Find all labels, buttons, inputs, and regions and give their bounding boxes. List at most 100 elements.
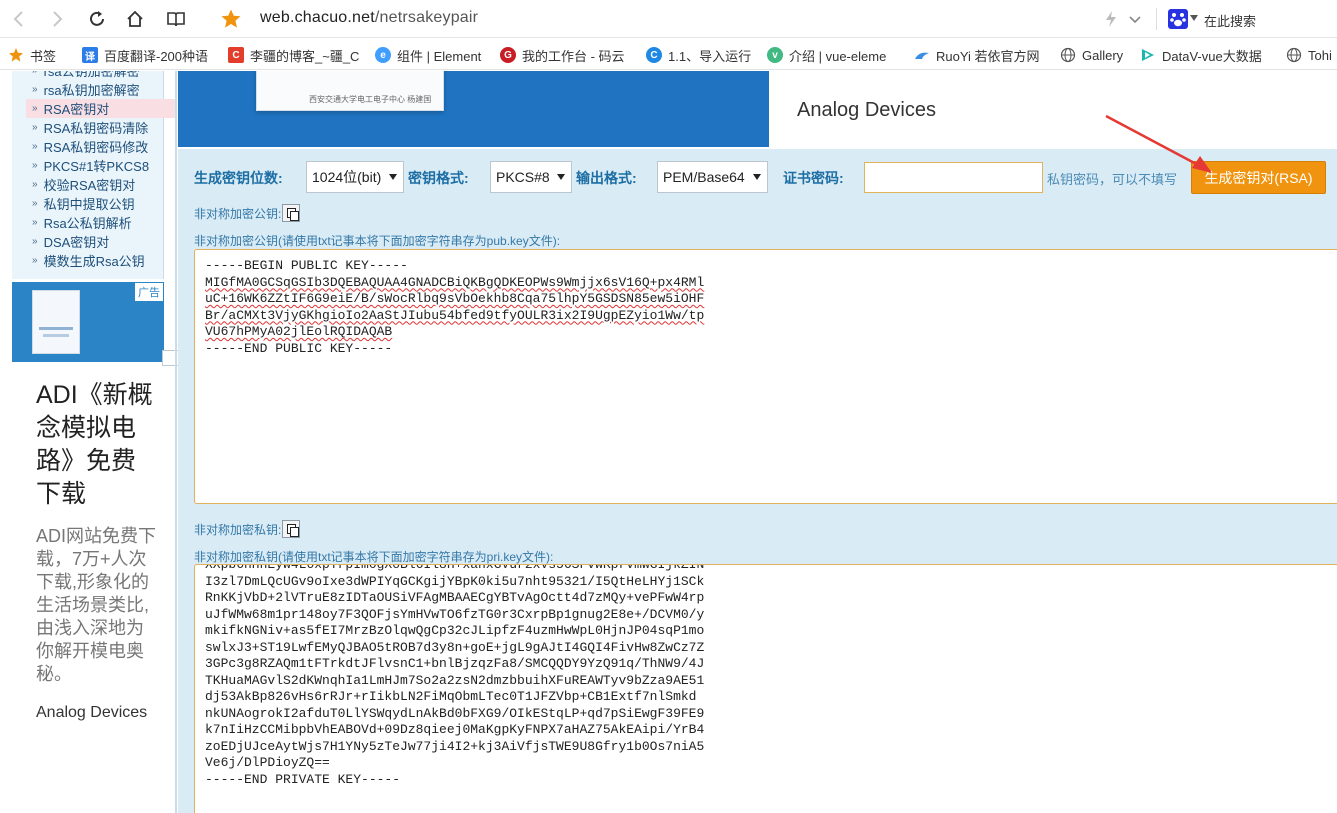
bullet-icon: » bbox=[32, 198, 38, 209]
bookmark-label: 百度翻译-200种语 bbox=[104, 48, 209, 64]
c-icon: C bbox=[646, 47, 662, 63]
chevron-down-icon[interactable] bbox=[1128, 12, 1142, 26]
sidebar-item[interactable]: » rsa私钥加密解密 bbox=[32, 80, 140, 99]
key-line: -----END PRIVATE KEY----- bbox=[205, 771, 401, 787]
key-line: Br/aCMXt3VjyGKhgioIo2AaStJIubu54bfed9tfy… bbox=[205, 307, 705, 323]
search-box[interactable]: 在此搜索 bbox=[1204, 11, 1256, 30]
bookmark-label: RuoYi 若依官方网 bbox=[936, 48, 1040, 64]
bookmark-star-icon[interactable] bbox=[220, 8, 242, 30]
bullet-icon: » bbox=[32, 141, 38, 152]
bookmark-item[interactable]: RuoYi 若依官方网 bbox=[914, 46, 1040, 64]
chevron-down-icon bbox=[557, 174, 565, 180]
bookmark-item[interactable]: v 介绍 | vue-eleme bbox=[767, 46, 886, 64]
back-icon[interactable] bbox=[6, 6, 32, 32]
sidebar-item-label: 私钥中提取公钥 bbox=[43, 197, 135, 212]
sidebar-item[interactable]: » RSA私钥密码修改 bbox=[32, 137, 148, 156]
bookmark-item[interactable]: C 李疆的博客_~疆_C bbox=[228, 46, 359, 64]
sidebar-item[interactable]: » 私钥中提取公钥 bbox=[32, 194, 135, 213]
home-icon[interactable] bbox=[122, 6, 148, 32]
output-label: 输出格式: bbox=[576, 170, 637, 186]
copy-icon[interactable] bbox=[282, 520, 301, 538]
element-icon: e bbox=[375, 47, 391, 63]
sidebar-item-label: RSA私钥密码清除 bbox=[43, 121, 149, 136]
generate-keypair-button[interactable]: 生成密钥对(RSA) bbox=[1191, 161, 1326, 194]
book-image: 西安交通大学电工电子中心 杨建国 bbox=[256, 71, 444, 111]
ad-tag: 广告 bbox=[134, 282, 164, 302]
bookmark-item[interactable]: 书签 bbox=[8, 46, 56, 64]
format-select[interactable]: PKCS#8 bbox=[490, 161, 572, 193]
key-line: Ve6j/DlPDioyZQ== bbox=[205, 755, 330, 770]
bookmarks-bar: 书签 译 百度翻译-200种语 C 李疆的博客_~疆_C e 组件 | Elem… bbox=[0, 38, 1337, 70]
public-key-copy-row: 非对称加密公钥: bbox=[194, 204, 301, 222]
sidebar-item-label: Rsa公私钥解析 bbox=[43, 216, 132, 231]
sidebar-item-label: rsa私钥加密解密 bbox=[43, 83, 140, 98]
bookmark-item[interactable]: Gallery bbox=[1060, 46, 1123, 64]
sidebar-item[interactable]: » RSA私钥密码清除 bbox=[32, 118, 148, 137]
sidebar-ad-banner[interactable]: 广告 bbox=[12, 282, 164, 362]
baidu-paw-icon[interactable] bbox=[1168, 9, 1188, 29]
address-bar[interactable]: web.chacuo.net/netrsakeypair bbox=[260, 9, 478, 27]
password-input[interactable] bbox=[864, 162, 1043, 193]
top-ad-image[interactable]: 西安交通大学电工电子中心 杨建国 bbox=[178, 71, 769, 147]
page-content: » rsa公钥加密解密 » rsa私钥加密解密 » RSA密钥对 » RSA私钥密码清除… bbox=[0, 71, 1337, 813]
private-key-copy-label: 非对称加密私钥: bbox=[194, 522, 282, 537]
sidebar-item-label: rsa公钥加密解密 bbox=[43, 71, 140, 79]
output-select[interactable]: PEM/Base64 bbox=[657, 161, 768, 193]
ruoyi-icon bbox=[915, 52, 929, 59]
password-label: 证书密码: bbox=[783, 170, 844, 186]
key-line: 3GPc3g8RZAQm1tFTrkdtJFlvsnC1+bnlBjzqzFa8… bbox=[205, 656, 705, 671]
private-key-textarea[interactable]: XXpb6nHnEyW4L6xpYrpIm0gXoBl6Il8H+xahxGVu… bbox=[194, 564, 1337, 813]
search-engine-caret-icon[interactable] bbox=[1190, 15, 1198, 21]
sidebar-ad-text[interactable]: ADI《新概念模拟电路》免费下载 ADI网站免费下载，7万+人次下载,形象化的生… bbox=[36, 379, 156, 724]
sidebar-item[interactable]: » rsa公钥加密解密 bbox=[32, 71, 140, 80]
bookmark-item[interactable]: DataV-vue大数据 bbox=[1140, 46, 1262, 64]
bookmark-item[interactable]: e 组件 | Element bbox=[375, 46, 481, 64]
key-line: uJfWMw68m1pr148oy7F3QOFjsYmHVwTO6fzTG0r3… bbox=[205, 606, 705, 622]
sidebar-item-label: DSA密钥对 bbox=[43, 235, 110, 250]
bookmark-label: 组件 | Element bbox=[397, 48, 482, 64]
chevron-down-icon bbox=[753, 174, 761, 180]
sidebar-item[interactable]: » Rsa公私钥解析 bbox=[32, 213, 132, 232]
reader-icon[interactable] bbox=[163, 6, 189, 32]
bits-select[interactable]: 1024位(bit) bbox=[306, 161, 404, 193]
sidebar-item-active[interactable]: » RSA密钥对 bbox=[26, 99, 175, 118]
csdn-icon: C bbox=[228, 47, 244, 63]
key-line: I3zl7DmLQcUGv9oIxe3dWPIYqGCKgijYBpK0ki5u… bbox=[205, 573, 705, 589]
password-hint: 私钥密码，可以不填写 bbox=[1047, 172, 1178, 187]
bookmark-item[interactable]: 译 百度翻译-200种语 bbox=[82, 46, 208, 64]
bullet-icon: » bbox=[32, 236, 38, 247]
toolbar-divider bbox=[1156, 8, 1157, 30]
ad-brand: Analog Devices bbox=[36, 704, 148, 721]
star-icon bbox=[9, 48, 23, 62]
bookmark-item[interactable]: G 我的工作台 - 码云 bbox=[500, 46, 625, 64]
top-ad-brand[interactable]: Analog Devices bbox=[797, 99, 936, 122]
book-cover-image bbox=[32, 290, 80, 354]
copy-icon[interactable] bbox=[282, 204, 301, 222]
bullet-icon: » bbox=[32, 103, 38, 114]
bookmark-item[interactable]: C 1.1、导入运行 bbox=[646, 46, 751, 64]
reload-icon[interactable] bbox=[84, 6, 110, 32]
globe-icon bbox=[1060, 47, 1076, 63]
bookmark-item[interactable]: Tohi bbox=[1286, 46, 1332, 64]
sidebar: » rsa公钥加密解密 » rsa私钥加密解密 » RSA密钥对 » RSA私钥密码清除… bbox=[12, 71, 182, 813]
bullet-icon: » bbox=[32, 84, 38, 95]
rsa-keypair-panel: 生成密钥位数: 1024位(bit) 密钥格式: PKCS#8 输出格式: PE… bbox=[178, 149, 1337, 813]
url-path: /netrsakeypair bbox=[374, 9, 479, 26]
sidebar-item[interactable]: » PKCS#1转PKCS8 bbox=[32, 156, 149, 175]
key-line: -----END PUBLIC KEY----- bbox=[205, 340, 393, 356]
sidebar-divider bbox=[175, 71, 177, 813]
key-line: mkifkNGNiv+as5fEI7MrzBzOlqwQgCp32cJLipfz… bbox=[205, 623, 705, 638]
sidebar-item[interactable]: » DSA密钥对 bbox=[32, 232, 109, 251]
public-key-textarea[interactable]: -----BEGIN PUBLIC KEY----- MIGfMA0GCSqGS… bbox=[194, 249, 1337, 504]
sidebar-item[interactable]: » 模数生成Rsa公钥 bbox=[32, 251, 145, 270]
lightning-icon[interactable] bbox=[1104, 10, 1118, 28]
datav-icon bbox=[1142, 49, 1154, 61]
forward-icon[interactable] bbox=[44, 6, 70, 32]
globe-icon bbox=[1286, 47, 1302, 63]
key-line: VU67hPMyA02jlEolRQIDAQAB bbox=[205, 324, 393, 339]
key-line: uC+16WK6ZZtIF6G9eiE/B/sWocRlbq9sVbOekhb8… bbox=[205, 291, 705, 306]
key-line: nkUNAogrokI2afduT0LlYSWqydLnAkBd0bFXG9/O… bbox=[205, 705, 705, 721]
vue-icon: v bbox=[767, 47, 783, 63]
bullet-icon: » bbox=[32, 160, 38, 171]
sidebar-item[interactable]: » 校验RSA密钥对 bbox=[32, 175, 135, 194]
